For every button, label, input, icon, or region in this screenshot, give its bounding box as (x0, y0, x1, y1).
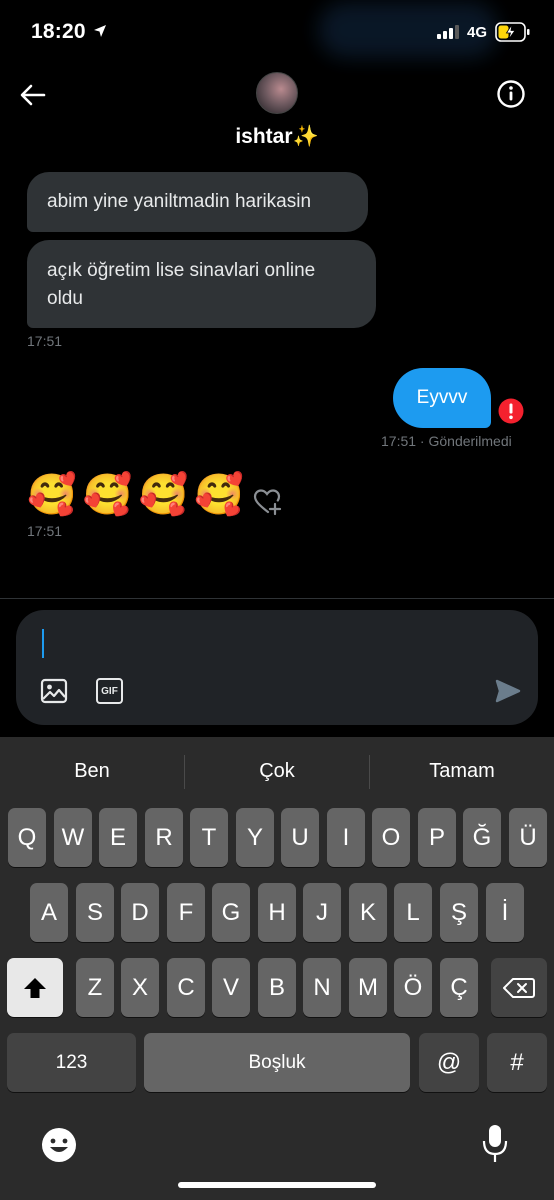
key[interactable]: B (258, 958, 296, 1017)
key[interactable]: V (212, 958, 250, 1017)
key[interactable]: Ç (440, 958, 478, 1017)
key[interactable]: M (349, 958, 387, 1017)
key[interactable]: P (418, 808, 456, 867)
message-composer[interactable] (16, 610, 538, 725)
status-bar: 18:20 4G (0, 0, 554, 64)
avatar[interactable] (256, 72, 298, 114)
key[interactable]: U (281, 808, 319, 867)
key[interactable]: T (190, 808, 228, 867)
message-timestamp: 17:51 (27, 523, 63, 539)
at-key[interactable]: @ (419, 1033, 479, 1092)
shift-key[interactable] (7, 958, 63, 1017)
key[interactable]: N (303, 958, 341, 1017)
divider (0, 598, 554, 599)
key[interactable]: Ü (509, 808, 547, 867)
image-icon[interactable] (40, 678, 68, 704)
numbers-key[interactable]: 123 (7, 1033, 136, 1092)
location-arrow-icon (94, 25, 106, 37)
gif-icon[interactable]: GIF (96, 678, 123, 704)
key[interactable]: Y (236, 808, 274, 867)
message-status: 17:51 · Gönderilmedi (381, 433, 512, 449)
key[interactable]: İ (486, 883, 524, 942)
shift-icon (24, 977, 46, 998)
hash-key[interactable]: # (487, 1033, 547, 1092)
key[interactable]: R (145, 808, 183, 867)
home-indicator (178, 1182, 376, 1188)
message-text-line: oldu (47, 288, 83, 309)
signal-icon (437, 25, 459, 39)
key[interactable]: Z (76, 958, 114, 1017)
message-text-line: açık öğretim lise sinavlari online (47, 260, 316, 281)
contact-name[interactable]: ishtar✨ (0, 125, 554, 149)
emoji-message[interactable]: 🥰🥰🥰🥰 (27, 470, 250, 520)
emoji-keyboard-icon[interactable] (40, 1126, 78, 1164)
key[interactable]: W (54, 808, 92, 867)
error-icon[interactable] (498, 398, 524, 424)
key[interactable]: E (99, 808, 137, 867)
key[interactable]: I (327, 808, 365, 867)
key[interactable]: Q (8, 808, 46, 867)
microphone-icon[interactable] (482, 1124, 508, 1164)
key[interactable]: Ğ (463, 808, 501, 867)
key[interactable]: X (121, 958, 159, 1017)
key[interactable]: L (394, 883, 432, 942)
outgoing-message-bubble[interactable]: Eyvvv (393, 368, 491, 428)
text-caret (42, 629, 44, 658)
space-key[interactable]: Boşluk (144, 1033, 410, 1092)
send-icon[interactable] (494, 678, 522, 704)
battery-charging-icon (495, 22, 530, 42)
key[interactable]: Ö (394, 958, 432, 1017)
message-timestamp: 17:51 (27, 333, 63, 349)
backspace-icon (503, 977, 535, 998)
key[interactable]: S (76, 883, 114, 942)
network-label: 4G (467, 24, 488, 41)
incoming-message-bubble[interactable]: abim yine yaniltmadin harikasin (27, 172, 368, 232)
key[interactable]: H (258, 883, 296, 942)
gif-label: GIF (101, 685, 118, 697)
key[interactable]: J (303, 883, 341, 942)
suggestion-1[interactable]: Ben (0, 760, 184, 783)
back-arrow-icon[interactable] (18, 80, 48, 110)
info-icon[interactable] (496, 79, 526, 109)
key[interactable]: G (212, 883, 250, 942)
message-text: abim yine yaniltmadin harikasin (47, 191, 312, 212)
status-time: 18:20 (31, 20, 86, 43)
suggestion-3[interactable]: Tamam (370, 760, 554, 783)
key[interactable]: D (121, 883, 159, 942)
add-reaction-icon[interactable] (253, 488, 283, 516)
key[interactable]: Ş (440, 883, 478, 942)
key[interactable]: A (30, 883, 68, 942)
backspace-key[interactable] (491, 958, 547, 1017)
suggestion-2[interactable]: Çok (185, 760, 369, 783)
incoming-message-bubble[interactable]: açık öğretim lise sinavlari online oldu (27, 240, 376, 328)
key[interactable]: C (167, 958, 205, 1017)
key[interactable]: O (372, 808, 410, 867)
key[interactable]: F (167, 883, 205, 942)
key[interactable]: K (349, 883, 387, 942)
